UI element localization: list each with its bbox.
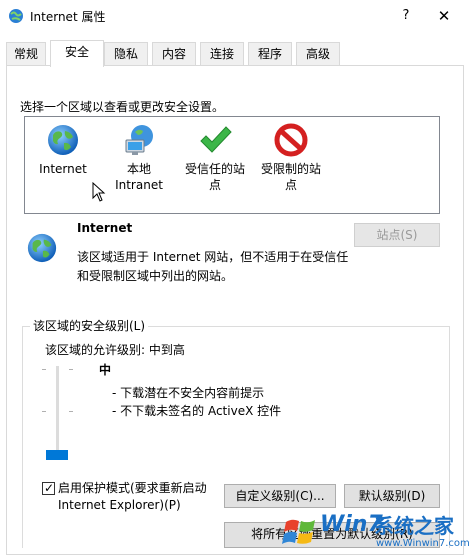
protected-mode-checkbox[interactable]: ✓ bbox=[42, 481, 55, 495]
mouse-cursor-icon bbox=[92, 182, 106, 202]
window-title: Internet 属性 bbox=[30, 10, 106, 24]
zone-label: 受限制的站 点 bbox=[260, 162, 321, 192]
red-prohibited-icon bbox=[274, 123, 308, 157]
zone-trusted-sites[interactable]: 受信任的站 点 bbox=[177, 123, 253, 193]
slider-tick bbox=[42, 411, 46, 412]
tab-privacy[interactable]: 隐私 bbox=[104, 42, 148, 66]
zone-list: Internet 本地 Intranet 受信任的站 点 受限制的站 点 bbox=[24, 116, 440, 214]
zone-restricted-sites[interactable]: 受限制的站 点 bbox=[253, 123, 329, 193]
zone-title: Internet bbox=[77, 221, 133, 235]
level-name: 中 bbox=[99, 363, 112, 377]
watermark-url: www.Winwin7.com bbox=[376, 538, 470, 549]
custom-level-button[interactable]: 自定义级别(C)... bbox=[224, 484, 336, 508]
level-bullet: - 下载潜在不安全内容前提示 bbox=[112, 386, 265, 400]
slider-track bbox=[56, 366, 59, 460]
tab-general[interactable]: 常规 bbox=[6, 42, 46, 66]
checkmark-icon: ✓ bbox=[44, 481, 55, 495]
site-watermark: Win7 系统之家 www.Winwin7.com bbox=[282, 506, 470, 559]
slider-tick bbox=[69, 369, 73, 370]
level-description: - 下载潜在不安全内容前提示 - 不下载未签名的 ActiveX 控件 bbox=[112, 384, 281, 420]
zone-label: Internet bbox=[39, 162, 87, 176]
tab-content[interactable]: 内容 bbox=[152, 42, 196, 66]
tab-security[interactable]: 安全 bbox=[50, 40, 104, 67]
allowed-levels-text: 该区域的允许级别: 中到高 bbox=[45, 343, 185, 357]
tab-advanced[interactable]: 高级 bbox=[296, 42, 340, 66]
close-button[interactable]: ✕ bbox=[428, 4, 460, 28]
green-check-icon bbox=[200, 126, 232, 153]
zone-label: 受信任的站 点 bbox=[184, 162, 245, 192]
default-level-button[interactable]: 默认级别(D) bbox=[344, 484, 440, 508]
internet-options-icon bbox=[9, 9, 23, 23]
tab-connections[interactable]: 连接 bbox=[200, 42, 244, 66]
globe-icon bbox=[27, 233, 57, 263]
zone-description: 该区域适用于 Internet 网站，但不适用于在受信任和受限制区域中列出的网站… bbox=[77, 250, 349, 283]
watermark-brand: 系统之家 bbox=[374, 514, 454, 538]
zone-internet[interactable]: Internet bbox=[25, 123, 101, 177]
windows-logo-icon bbox=[282, 519, 315, 544]
slider-thumb[interactable] bbox=[46, 450, 68, 460]
security-level-group-title: 该区域的安全级别(L) bbox=[30, 317, 149, 334]
level-bullet: - 不下载未签名的 ActiveX 控件 bbox=[112, 404, 282, 418]
zone-label: 本地 Intranet bbox=[115, 162, 163, 192]
zone-prompt: 选择一个区域以查看或更改安全设置。 bbox=[20, 100, 225, 114]
protected-mode-label: 启用保护模式(要求重新启动 Internet Explorer)(P) bbox=[58, 481, 207, 512]
security-level-slider[interactable] bbox=[38, 364, 78, 464]
slider-tick bbox=[69, 411, 73, 412]
title-bar: Internet 属性 ? ✕ bbox=[0, 0, 470, 32]
help-button[interactable]: ? bbox=[392, 4, 420, 28]
globe-icon bbox=[48, 125, 78, 155]
slider-tick bbox=[42, 369, 46, 370]
zone-local-intranet[interactable]: 本地 Intranet bbox=[101, 123, 177, 193]
network-computer-icon bbox=[125, 125, 153, 155]
tab-programs[interactable]: 程序 bbox=[248, 42, 292, 66]
sites-button[interactable]: 站点(S) bbox=[354, 223, 440, 247]
